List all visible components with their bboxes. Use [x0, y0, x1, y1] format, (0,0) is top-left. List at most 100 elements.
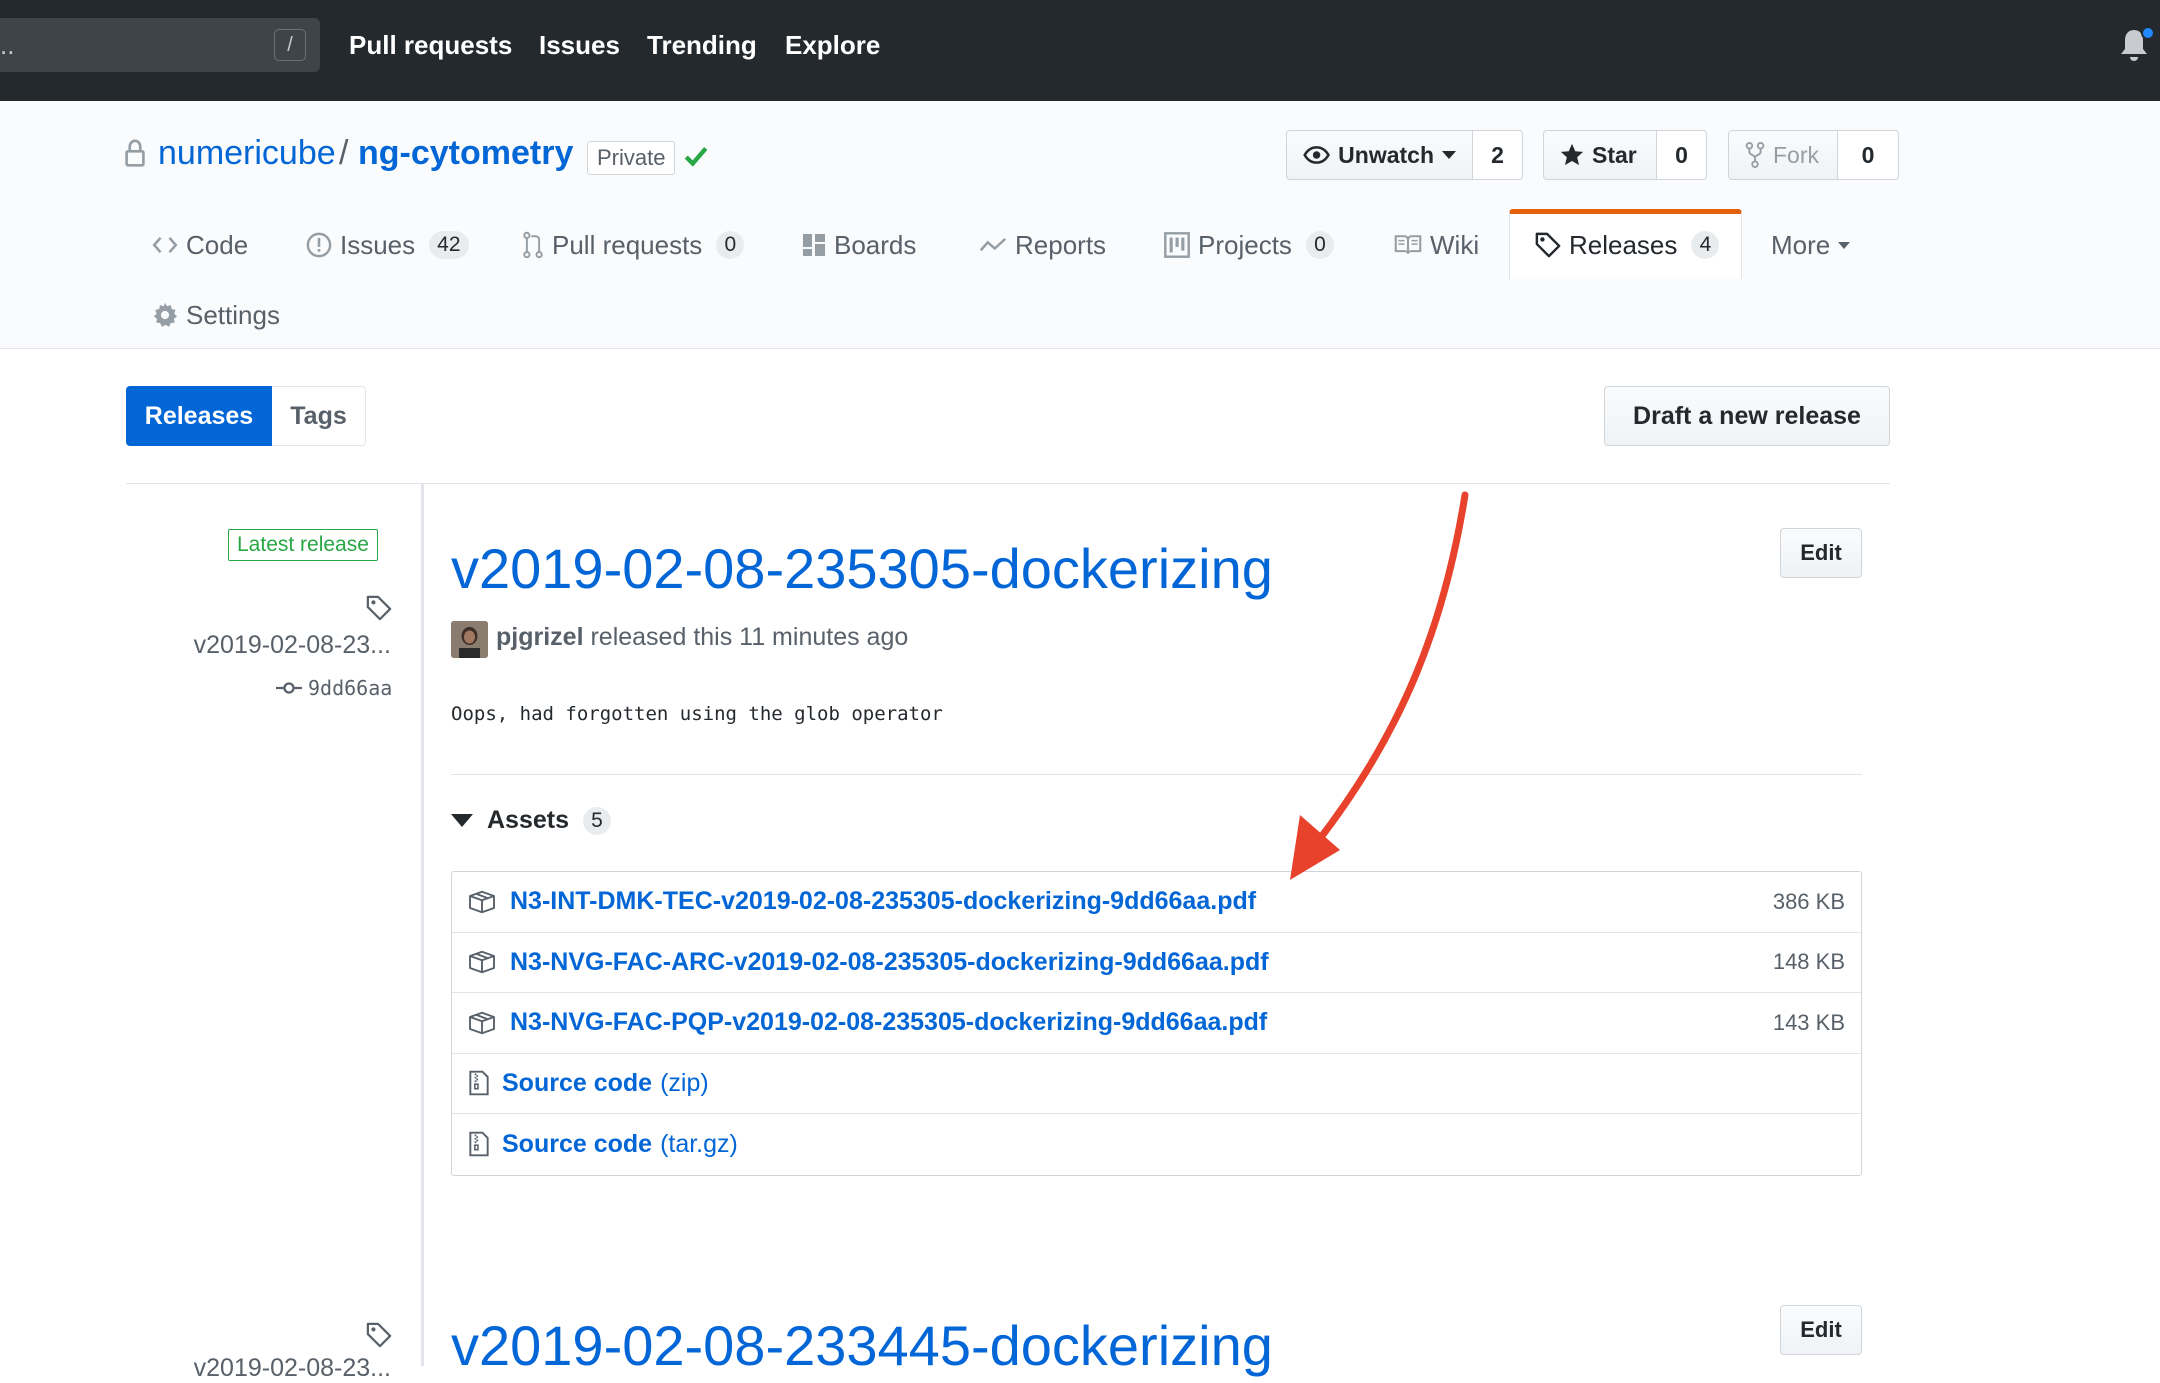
source-code-label: Source code [502, 1068, 653, 1097]
release-title-link[interactable]: v2019-02-08-233445-dockerizing [451, 1313, 1273, 1378]
git-pull-request-icon [523, 231, 543, 259]
released-time-text: released this 11 minutes ago [590, 623, 909, 651]
tag-icon [366, 1322, 392, 1348]
nav-pull-requests[interactable]: Pull requests [349, 30, 512, 61]
caret-down-icon [451, 814, 473, 827]
tag-icon [366, 595, 392, 621]
tab-pull-requests[interactable]: Pull requests 0 [522, 225, 745, 265]
code-icon [152, 236, 178, 254]
file-zip-icon [469, 1071, 489, 1096]
tab-releases[interactable]: Releases 4 [1535, 225, 1720, 265]
search-input[interactable]: .. / [0, 18, 320, 72]
author-link[interactable]: pjgrizel [496, 623, 584, 651]
release-author-line: pjgrizel released this 11 minutes ago [496, 623, 908, 652]
edit-release-button[interactable]: Edit [1780, 1305, 1862, 1355]
tab-label: Pull requests [552, 229, 703, 260]
release-tag-link[interactable]: v2019-02-08-23... [194, 1354, 391, 1383]
caret-down-icon [1838, 241, 1851, 249]
subnav-releases-tab[interactable]: Releases [126, 386, 272, 446]
forks-count[interactable]: 0 [1838, 130, 1899, 180]
projects-counter: 0 [1305, 231, 1334, 259]
unwatch-button[interactable]: Unwatch [1286, 130, 1473, 180]
releases-counter: 4 [1691, 231, 1720, 259]
star-icon [1560, 143, 1584, 166]
unwatch-label: Unwatch [1338, 141, 1434, 168]
avatar[interactable] [451, 621, 488, 658]
edit-release-button[interactable]: Edit [1780, 528, 1862, 578]
tab-wiki[interactable]: Wiki [1394, 225, 1479, 265]
stars-count[interactable]: 0 [1657, 130, 1707, 180]
package-icon [469, 1011, 495, 1034]
project-icon [1164, 232, 1190, 258]
fork-icon [1745, 142, 1765, 168]
tab-label: Settings [186, 299, 280, 330]
asset-size: 148 KB [1772, 949, 1845, 975]
release-tag-link[interactable]: v2019-02-08-23... [194, 631, 391, 660]
fork-button[interactable]: Fork [1728, 130, 1838, 180]
assets-list: N3-INT-DMK-TEC-v2019-02-08-235305-docker… [451, 871, 1862, 1176]
boards-icon [803, 234, 825, 256]
reports-icon [979, 237, 1007, 252]
assets-counter: 5 [583, 806, 611, 835]
search-hint: .. [0, 30, 15, 60]
divider [126, 483, 1890, 484]
tab-settings[interactable]: Settings [152, 295, 280, 335]
asset-download-link[interactable]: N3-NVG-FAC-PQP-v2019-02-08-235305-docker… [510, 1008, 1267, 1037]
asset-download-link[interactable]: N3-NVG-FAC-ARC-v2019-02-08-235305-docker… [510, 948, 1269, 977]
tag-icon [1535, 232, 1561, 258]
assets-toggle[interactable]: Assets 5 [451, 806, 611, 835]
search-shortcut-key: / [274, 29, 306, 61]
asset-download-link[interactable]: N3-INT-DMK-TEC-v2019-02-08-235305-docker… [510, 887, 1256, 916]
star-button-group: Star 0 [1543, 130, 1707, 180]
tab-issues[interactable]: Issues 42 [306, 225, 469, 265]
source-code-zip-row: Source code (zip) [452, 1054, 1861, 1114]
eye-icon [1303, 146, 1330, 164]
file-zip-icon [469, 1132, 489, 1157]
release-notes: Oops, had forgotten using the glob opera… [451, 703, 943, 725]
lock-icon [125, 139, 145, 167]
tab-label: Projects [1198, 229, 1292, 260]
repo-owner-link[interactable]: numericube [158, 134, 336, 173]
source-code-tar-link[interactable]: Source code (tar.gz) [490, 1130, 738, 1159]
watchers-count[interactable]: 2 [1473, 130, 1523, 180]
tab-label: Wiki [1430, 229, 1480, 260]
subnav-tags-tab[interactable]: Tags [272, 386, 366, 446]
timeline-divider [421, 484, 424, 1366]
annotation-arrow [1290, 491, 1469, 880]
nav-explore[interactable]: Explore [785, 30, 880, 61]
package-icon [469, 890, 495, 913]
star-label: Star [1592, 141, 1637, 168]
release-title-link[interactable]: v2019-02-08-235305-dockerizing [451, 536, 1273, 601]
caret-down-icon [1442, 151, 1456, 159]
repo-name-link[interactable]: ng-cytometry [358, 134, 573, 173]
tab-more[interactable]: More [1771, 225, 1851, 265]
release-commit[interactable]: 9dd66aa [276, 676, 392, 700]
star-button[interactable]: Star [1543, 130, 1657, 180]
divider [451, 774, 1862, 775]
asset-row: N3-NVG-FAC-PQP-v2019-02-08-235305-docker… [452, 993, 1861, 1054]
top-header: .. / Pull requests Issues Trending Explo… [0, 0, 2160, 101]
tab-projects[interactable]: Projects 0 [1164, 225, 1334, 265]
issue-icon [306, 232, 332, 258]
watch-button-group: Unwatch 2 [1286, 130, 1523, 180]
source-code-ext: (tar.gz) [660, 1129, 738, 1158]
nav-issues[interactable]: Issues [539, 30, 620, 61]
gear-icon [153, 302, 178, 327]
book-icon [1394, 235, 1422, 254]
avatar-image [451, 621, 488, 658]
draft-new-release-button[interactable]: Draft a new release [1604, 386, 1890, 446]
tab-label: Issues [340, 229, 416, 260]
source-code-zip-link[interactable]: Source code (zip) [490, 1069, 709, 1098]
pull-requests-counter: 0 [716, 231, 745, 259]
tab-reports[interactable]: Reports [979, 225, 1106, 265]
nav-trending[interactable]: Trending [647, 30, 757, 61]
asset-row: N3-INT-DMK-TEC-v2019-02-08-235305-docker… [452, 872, 1861, 933]
source-code-ext: (zip) [660, 1068, 709, 1097]
repo-path-separator: / [339, 134, 349, 172]
tab-boards[interactable]: Boards [802, 225, 916, 265]
tab-code[interactable]: Code [152, 225, 248, 265]
tab-label: Releases [1569, 229, 1678, 260]
issues-counter: 42 [429, 231, 469, 259]
package-icon [469, 951, 495, 974]
check-icon [684, 147, 708, 167]
